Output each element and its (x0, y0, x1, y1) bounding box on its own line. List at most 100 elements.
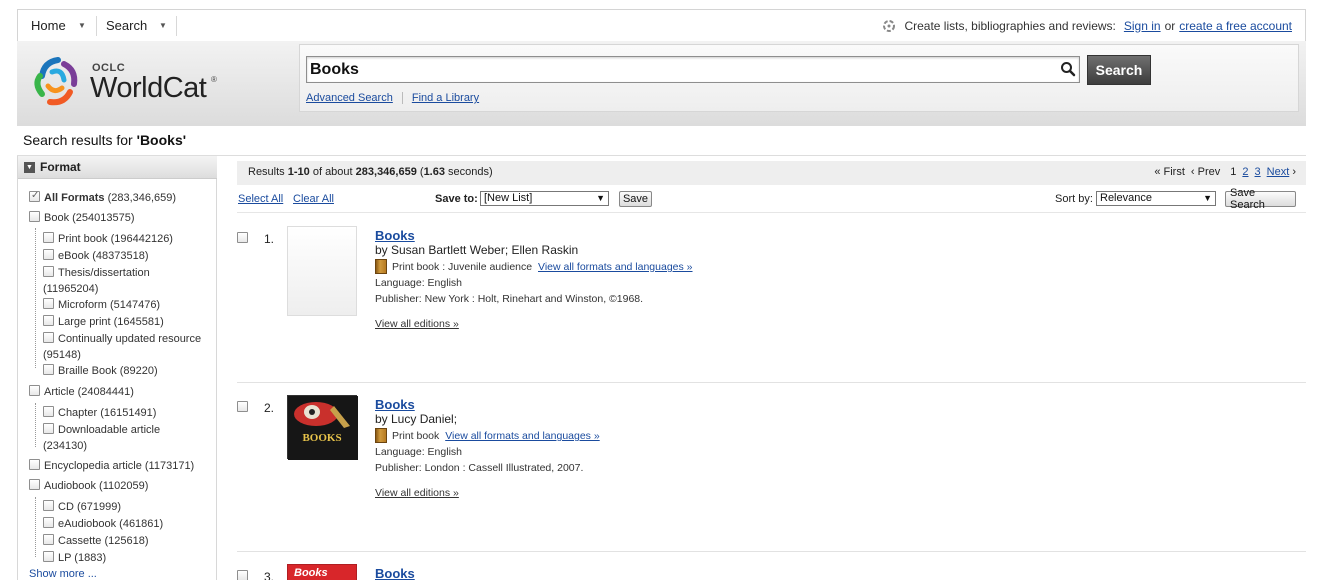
cover-thumbnail[interactable]: Books (287, 564, 357, 580)
result-checkbox[interactable] (237, 570, 248, 580)
facet-article[interactable]: Article (24084441) (29, 384, 134, 400)
checkbox[interactable] (29, 385, 40, 396)
facet-lp[interactable]: LP (1883) (43, 550, 106, 566)
clear-all-link[interactable]: Clear All (293, 193, 334, 205)
sign-in-link[interactable]: Sign in (1124, 19, 1161, 33)
nav-search-dropdown[interactable]: ▼ (159, 10, 167, 41)
save-button[interactable]: Save (619, 191, 652, 207)
select-all-link[interactable]: Select All (238, 193, 283, 205)
checkbox[interactable] (29, 188, 40, 204)
cover-thumbnail[interactable] (287, 226, 357, 316)
sort-by-select[interactable]: Relevance ▼ (1096, 191, 1216, 206)
checkbox[interactable] (43, 232, 54, 243)
view-editions-link[interactable]: View all editions » (375, 318, 459, 330)
nav-search[interactable]: Search (106, 10, 147, 41)
facet-chapter[interactable]: Chapter (16151491) (43, 405, 156, 421)
view-formats-link[interactable]: View all formats and languages » (445, 430, 600, 442)
double-chevron-left-icon[interactable]: « (1154, 166, 1160, 178)
checkbox[interactable] (43, 315, 54, 326)
view-editions-link[interactable]: View all editions » (375, 487, 459, 499)
next-link[interactable]: Next (1267, 166, 1290, 178)
checkbox[interactable] (43, 298, 54, 309)
page-title: Search results for 'Books' (23, 132, 186, 148)
facet-microform[interactable]: Microform (5147476) (43, 297, 160, 313)
save-to-select[interactable]: [New List] ▼ (480, 191, 609, 206)
nav-home-dropdown[interactable]: ▼ (78, 10, 86, 41)
collapse-icon[interactable]: ▼ (24, 161, 35, 173)
result-title-link[interactable]: Books (375, 397, 415, 412)
checkbox[interactable] (43, 423, 54, 434)
facet-label: Cassette (125618) (58, 535, 149, 547)
prev-page-button[interactable]: ‹ Prev (1191, 166, 1220, 178)
page-2-link[interactable]: 2 (1242, 166, 1248, 178)
facet-large-print[interactable]: Large print (1645581) (43, 314, 164, 330)
result-format-line: Print book : Juvenile audience View all … (375, 259, 693, 274)
checkbox[interactable] (29, 479, 40, 490)
checkbox[interactable] (43, 364, 54, 375)
result-title-link[interactable]: Books (375, 566, 415, 580)
facet-label: Continually updated resource (58, 333, 202, 345)
result-checkbox[interactable] (237, 401, 248, 412)
prev-label[interactable]: Prev (1198, 166, 1221, 178)
chevron-right-icon[interactable]: › (1292, 166, 1296, 178)
facet-cassette[interactable]: Cassette (125618) (43, 533, 149, 549)
search-icon[interactable] (1060, 61, 1076, 77)
checkbox[interactable] (43, 249, 54, 260)
facet-print-book[interactable]: Print book (196442126) (43, 231, 173, 247)
page-3-link[interactable]: 3 (1255, 166, 1261, 178)
facet-book[interactable]: Book (254013575) (29, 210, 135, 226)
create-account-link[interactable]: create a free account (1179, 19, 1292, 33)
facet-ebook[interactable]: eBook (48373518) (43, 248, 149, 264)
first-label[interactable]: First (1164, 166, 1185, 178)
search-input[interactable]: Books (306, 56, 1080, 83)
cover-title-text: BOOKS (302, 432, 342, 444)
show-more-link[interactable]: Show more ... (29, 568, 97, 580)
result-authors: by Susan Bartlett Weber; Ellen Raskin (375, 243, 579, 257)
facet-continually-updated[interactable]: Continually updated resource (95148) (43, 331, 201, 363)
chevron-left-icon[interactable]: ‹ (1191, 166, 1195, 178)
account-links: Create lists, bibliographies and reviews… (882, 10, 1292, 41)
results-prefix: Results (248, 166, 288, 178)
checkbox[interactable] (29, 459, 40, 470)
sort-by-value: Relevance (1100, 192, 1152, 204)
facet-encyclopedia-article[interactable]: Encyclopedia article (1173171) (29, 458, 194, 474)
next-page-button[interactable]: Next › (1267, 166, 1296, 178)
facet-all-formats[interactable]: All Formats (283,346,659) (29, 188, 176, 206)
checkbox[interactable] (43, 517, 54, 528)
checkbox[interactable] (43, 406, 54, 417)
search-query-text[interactable]: Books (310, 61, 359, 79)
first-page-button[interactable]: « First (1154, 166, 1185, 178)
checkbox[interactable] (43, 332, 54, 343)
search-button[interactable]: Search (1087, 55, 1151, 85)
checkbox[interactable] (43, 500, 54, 511)
advanced-search-link[interactable]: Advanced Search (306, 92, 393, 104)
facet-label: Large print (1645581) (58, 316, 164, 328)
checkbox[interactable] (43, 551, 54, 562)
nav-home-label[interactable]: Home (31, 18, 66, 33)
result-checkbox[interactable] (237, 232, 248, 243)
save-to-value: [New List] (484, 192, 533, 204)
chevron-down-icon[interactable]: ▼ (159, 21, 167, 30)
nav-home[interactable]: Home (31, 10, 66, 41)
result-language: Language: English (375, 446, 462, 458)
cover-thumbnail[interactable]: BOOKS (287, 395, 358, 460)
format-facet-header[interactable]: ▼ Format (18, 156, 217, 179)
save-search-button[interactable]: Save Search (1225, 187, 1296, 211)
facet-audiobook[interactable]: Audiobook (1102059) (29, 478, 148, 494)
worldcat-logo[interactable]: OCLC WorldCat ® (30, 54, 220, 112)
chevron-down-icon[interactable]: ▼ (78, 21, 86, 30)
nav-search-label[interactable]: Search (106, 18, 147, 33)
checkbox[interactable] (29, 211, 40, 222)
share-icon (883, 19, 896, 32)
view-formats-link[interactable]: View all formats and languages » (538, 261, 693, 273)
facet-cd[interactable]: CD (671999) (43, 499, 121, 515)
facet-eaudiobook[interactable]: eAudiobook (461861) (43, 516, 163, 532)
checkbox[interactable] (43, 534, 54, 545)
checkbox[interactable] (43, 266, 54, 277)
facet-thesis[interactable]: Thesis/dissertation (11965204) (43, 265, 150, 297)
dropdown-arrow-icon: ▼ (596, 193, 605, 203)
result-title-link[interactable]: Books (375, 228, 415, 243)
facet-braille[interactable]: Braille Book (89220) (43, 363, 158, 379)
facet-downloadable-article[interactable]: Downloadable article (234130) (43, 422, 160, 454)
find-library-link[interactable]: Find a Library (412, 92, 479, 104)
